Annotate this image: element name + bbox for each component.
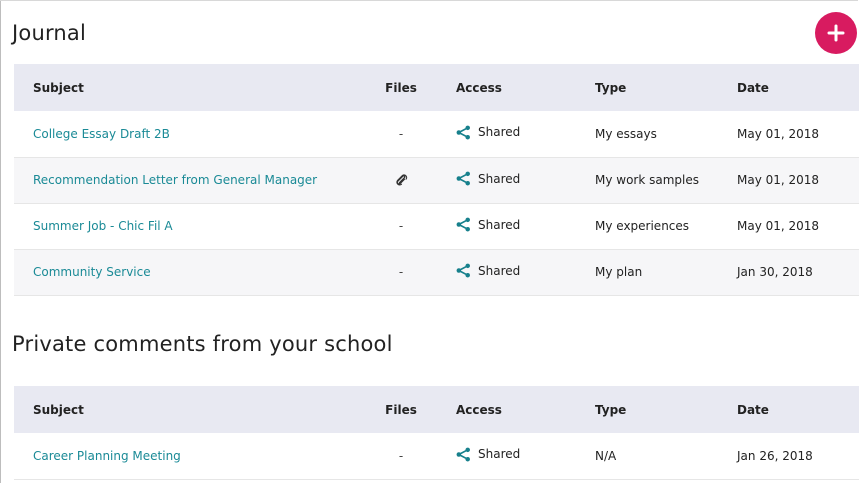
type-cell: My essays <box>595 126 657 141</box>
files-cell: - <box>398 219 404 233</box>
frame-left-border <box>0 0 1 483</box>
date-cell: May 01, 2018 <box>737 173 820 187</box>
share-icon <box>456 447 470 462</box>
access-cell: Shared <box>443 111 585 157</box>
date-cell: May 01, 2018 <box>737 219 820 233</box>
share-icon <box>456 263 470 278</box>
files-cell: - <box>398 265 404 279</box>
journal-table-container: Subject Files Access Type Date College E… <box>14 64 859 296</box>
header-access[interactable]: Access <box>443 64 585 111</box>
header-subject[interactable]: Subject <box>14 386 359 433</box>
private-comments-title: Private comments from your school <box>12 332 393 356</box>
access-label: Shared <box>478 447 521 462</box>
journal-table: Subject Files Access Type Date College E… <box>14 64 859 296</box>
access-cell: Shared <box>443 433 585 479</box>
header-date[interactable]: Date <box>727 386 859 433</box>
subject-link[interactable]: College Essay Draft 2B <box>33 127 170 141</box>
add-journal-entry-button[interactable] <box>815 12 857 54</box>
subject-link[interactable]: Community Service <box>33 265 151 279</box>
table-row[interactable]: Summer Job - Chic Fil A - Shared My expe… <box>14 203 859 249</box>
access-label: Shared <box>478 171 521 186</box>
subject-link[interactable]: Career Planning Meeting <box>33 449 181 463</box>
header-date[interactable]: Date <box>727 64 859 111</box>
subject-link[interactable]: Recommendation Letter from General Manag… <box>33 173 317 187</box>
share-icon <box>456 171 470 186</box>
access-label: Shared <box>478 125 521 140</box>
access-cell: Shared <box>443 203 585 249</box>
header-files[interactable]: Files <box>359 64 443 111</box>
plus-icon <box>827 24 845 42</box>
header-files[interactable]: Files <box>359 386 443 433</box>
files-cell: - <box>398 126 404 141</box>
journal-table-header: Subject Files Access Type Date <box>14 64 859 111</box>
share-icon <box>456 125 470 140</box>
date-cell: May 01, 2018 <box>737 126 820 141</box>
private-comments-table-header: Subject Files Access Type Date <box>14 386 859 433</box>
type-cell: My experiences <box>595 219 690 233</box>
files-cell[interactable] <box>359 157 443 203</box>
date-cell: Jan 30, 2018 <box>737 265 813 279</box>
header-type[interactable]: Type <box>585 386 727 433</box>
access-cell: Shared <box>443 157 585 203</box>
table-row[interactable]: Recommendation Letter from General Manag… <box>14 157 859 203</box>
access-label: Shared <box>478 217 521 232</box>
access-label: Shared <box>478 263 521 278</box>
access-cell: Shared <box>443 249 585 295</box>
journal-title: Journal <box>12 21 87 45</box>
table-row[interactable]: College Essay Draft 2B - Shared My essay… <box>14 111 859 157</box>
files-cell: - <box>398 448 404 463</box>
frame-top-border <box>0 0 858 1</box>
private-comments-table: Subject Files Access Type Date Career Pl… <box>14 386 859 480</box>
table-row[interactable]: Community Service - Shared My plan Jan 3… <box>14 249 859 295</box>
type-cell: My plan <box>595 265 643 279</box>
date-cell: Jan 26, 2018 <box>737 448 813 463</box>
type-cell: N/A <box>595 448 617 463</box>
subject-link[interactable]: Summer Job - Chic Fil A <box>33 219 173 233</box>
share-icon <box>456 217 470 232</box>
table-row[interactable]: Career Planning Meeting - Shared N/A Jan… <box>14 433 859 479</box>
type-cell: My work samples <box>595 173 700 187</box>
header-subject[interactable]: Subject <box>14 64 359 111</box>
paperclip-icon[interactable] <box>395 174 408 187</box>
header-access[interactable]: Access <box>443 386 585 433</box>
private-comments-table-container: Subject Files Access Type Date Career Pl… <box>14 386 859 480</box>
header-type[interactable]: Type <box>585 64 727 111</box>
